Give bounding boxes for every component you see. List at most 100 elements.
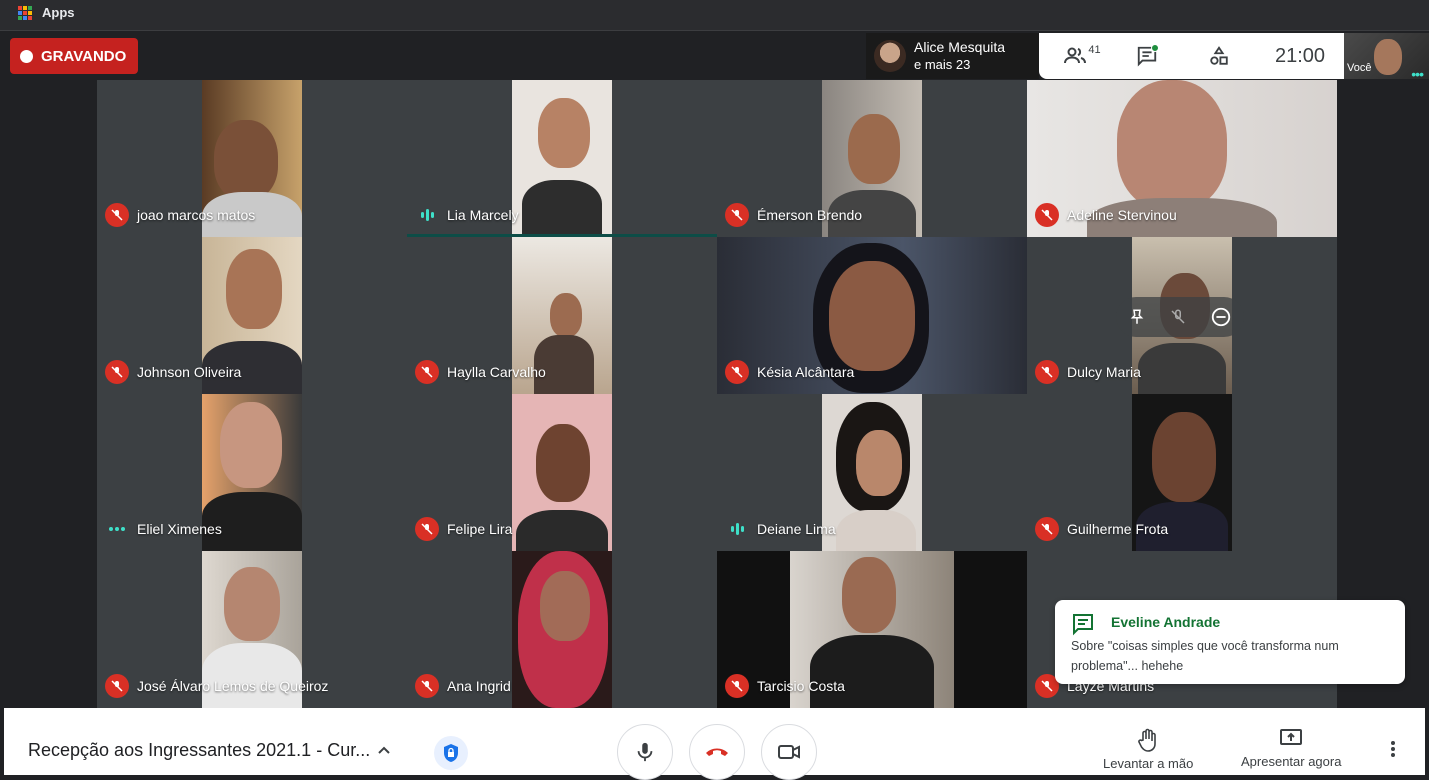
- participant-tile[interactable]: Felipe Lira: [407, 394, 717, 551]
- activities-button[interactable]: [1199, 33, 1239, 79]
- participant-label: Eliel Ximenes: [105, 517, 222, 541]
- leave-call-button[interactable]: [689, 724, 745, 780]
- participant-tile[interactable]: Émerson Brendo: [717, 80, 1027, 237]
- participant-name: Guilherme Frota: [1067, 521, 1169, 537]
- self-view-label: Você: [1347, 62, 1372, 74]
- participant-tile[interactable]: Deiane Lima: [717, 394, 1027, 551]
- participant-name: Eliel Ximenes: [137, 521, 222, 537]
- present-now-button[interactable]: Apresentar agora: [1241, 728, 1341, 769]
- participant-label: Felipe Lira: [415, 517, 512, 541]
- participant-tile[interactable]: Guilherme Frota: [1027, 394, 1337, 551]
- mic-off-icon: [415, 517, 439, 541]
- participant-label: Lia Marcely: [415, 203, 519, 227]
- chevron-up-icon[interactable]: [376, 742, 392, 758]
- present-now-label: Apresentar agora: [1241, 754, 1342, 769]
- self-video: [1374, 39, 1402, 75]
- raise-hand-label: Levantar a mão: [1103, 756, 1194, 771]
- participant-name: Adeline Stervinou: [1067, 207, 1177, 223]
- meeting-clock: 21:00: [1274, 44, 1326, 67]
- raise-hand-button[interactable]: Levantar a mão: [1103, 728, 1193, 771]
- speaking-icon: [725, 517, 749, 541]
- hand-icon: [1138, 728, 1156, 752]
- people-icon: [1064, 47, 1087, 64]
- present-screen-icon: [1280, 729, 1303, 745]
- participant-tile[interactable]: Dulcy Maria: [1027, 237, 1337, 394]
- participant-name: joao marcos matos: [137, 207, 256, 223]
- mic-off-icon: [1035, 203, 1059, 227]
- browser-bookmarks-bar: Apps: [0, 0, 1429, 31]
- remove-participant-icon[interactable]: [1210, 306, 1232, 328]
- people-button[interactable]: 41: [1057, 33, 1107, 79]
- participant-name: Dulcy Maria: [1067, 364, 1141, 380]
- mute-participant-icon[interactable]: [1169, 308, 1187, 326]
- participant-video: [512, 80, 612, 237]
- audio-dots-icon: [105, 517, 129, 541]
- participant-label: Adeline Stervinou: [1035, 203, 1177, 227]
- mic-off-icon: [1035, 360, 1059, 384]
- chat-sender: Eveline Andrade: [1111, 614, 1221, 630]
- microphone-icon: [637, 742, 653, 762]
- participant-name: Haylla Carvalho: [447, 364, 546, 380]
- participant-label: Dulcy Maria: [1035, 360, 1141, 384]
- mic-off-icon: [725, 674, 749, 698]
- presenter-more: e mais 23: [914, 57, 971, 72]
- participant-label: Johnson Oliveira: [105, 360, 241, 384]
- participant-tile[interactable]: José Álvaro Lemos de Queiroz: [97, 551, 407, 708]
- self-view-tile[interactable]: Você •••: [1344, 33, 1429, 79]
- participant-tile[interactable]: joao marcos matos: [97, 80, 407, 237]
- meeting-title[interactable]: Recepção aos Ingressantes 2021.1 - Cur..…: [28, 740, 370, 761]
- camera-icon: [778, 745, 800, 759]
- people-count: 41: [1088, 44, 1101, 56]
- participant-tile[interactable]: Eliel Ximenes: [97, 394, 407, 551]
- participant-label: Késia Alcântara: [725, 360, 854, 384]
- participant-label: joao marcos matos: [105, 203, 255, 227]
- participant-label: Haylla Carvalho: [415, 360, 546, 384]
- participant-name: Johnson Oliveira: [137, 364, 242, 380]
- participant-tile[interactable]: Ana Ingrid: [407, 551, 717, 708]
- chat-button[interactable]: [1127, 33, 1167, 79]
- participant-tile[interactable]: Haylla Carvalho: [407, 237, 717, 394]
- mic-off-icon: [105, 674, 129, 698]
- activities-icon: [1210, 46, 1228, 65]
- participant-label: Ana Ingrid: [415, 674, 511, 698]
- tile-hover-controls: [1116, 297, 1244, 337]
- participant-name: José Álvaro Lemos de Queiroz: [137, 678, 329, 694]
- avatar: [874, 40, 906, 72]
- participant-name: Deiane Lima: [757, 521, 836, 537]
- participant-label: José Álvaro Lemos de Queiroz: [105, 674, 328, 698]
- participant-tile[interactable]: Tarcisio Costa: [717, 551, 1027, 708]
- recording-label: GRAVANDO: [41, 47, 127, 65]
- presenter-chip[interactable]: Alice Mesquita e mais 23: [866, 33, 1039, 79]
- self-audio-dots-icon: •••: [1411, 66, 1424, 79]
- chat-message: Sobre "coisas simples que você transform…: [1071, 639, 1339, 673]
- speaking-icon: [415, 203, 439, 227]
- camera-button[interactable]: [761, 724, 817, 780]
- mic-off-icon: [105, 360, 129, 384]
- participant-name: Késia Alcântara: [757, 364, 855, 380]
- presenter-name: Alice Mesquita: [914, 39, 1006, 55]
- more-options-icon[interactable]: [1390, 740, 1396, 758]
- mic-off-icon: [415, 674, 439, 698]
- participant-name: Émerson Brendo: [757, 207, 863, 223]
- meeting-details-panel: 41 21:00: [1039, 33, 1344, 79]
- host-controls-button[interactable]: [434, 736, 468, 770]
- recording-badge: GRAVANDO: [10, 38, 138, 74]
- apps-grid-icon[interactable]: [18, 6, 32, 20]
- participant-tile[interactable]: Késia Alcântara: [717, 237, 1027, 394]
- mic-off-icon: [725, 203, 749, 227]
- participant-tile[interactable]: Adeline Stervinou: [1027, 80, 1337, 237]
- participant-video: [822, 394, 922, 551]
- microphone-button[interactable]: [617, 724, 673, 780]
- chat-notification[interactable]: Eveline Andrade Sobre "coisas simples qu…: [1055, 600, 1405, 684]
- mic-off-icon: [725, 360, 749, 384]
- participant-tile[interactable]: Lia Marcely: [407, 80, 717, 237]
- participant-label: Tarcisio Costa: [725, 674, 845, 698]
- hang-up-icon: [706, 748, 728, 756]
- mic-off-icon: [105, 203, 129, 227]
- participant-video: [512, 551, 612, 708]
- apps-link[interactable]: Apps: [42, 5, 75, 20]
- participant-label: Deiane Lima: [725, 517, 836, 541]
- participant-tile[interactable]: Johnson Oliveira: [97, 237, 407, 394]
- pin-icon[interactable]: [1128, 308, 1146, 326]
- mic-off-icon: [415, 360, 439, 384]
